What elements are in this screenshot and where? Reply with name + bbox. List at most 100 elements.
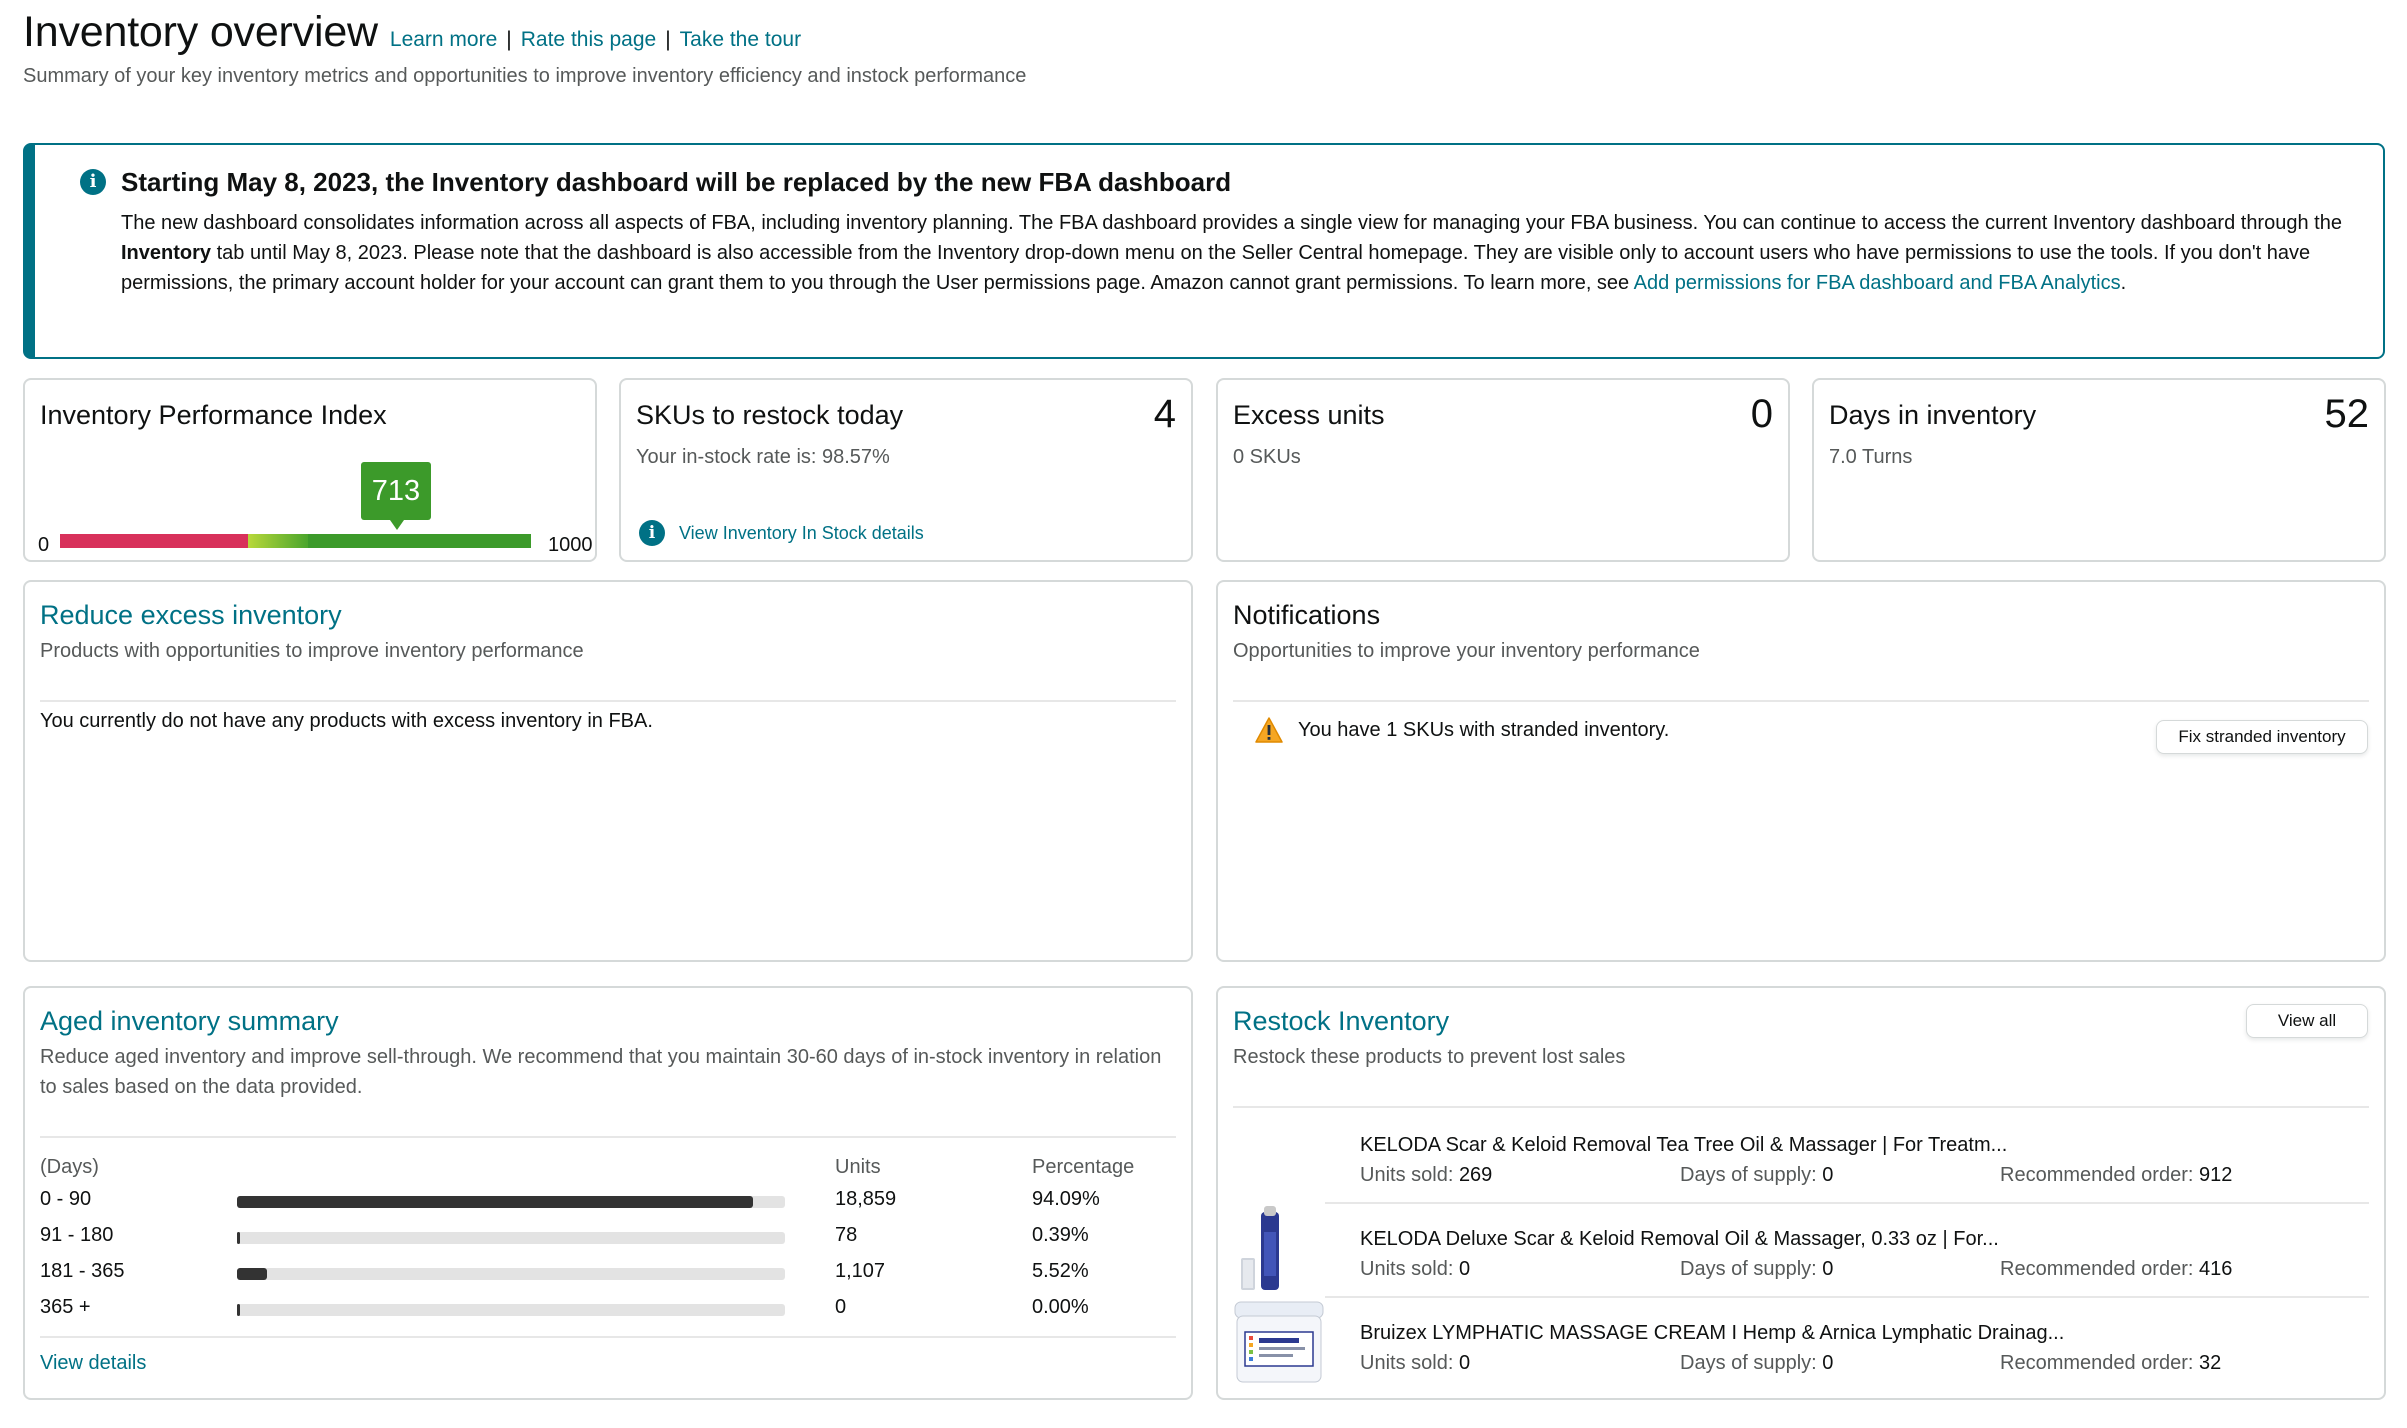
aged-percentage: 94.09% bbox=[1032, 1188, 1100, 1210]
alert-body-text: The new dashboard consolidates informati… bbox=[121, 212, 2342, 234]
units-sold-label: Units sold: bbox=[1360, 1164, 1454, 1186]
recommended-order-value: 32 bbox=[2199, 1352, 2222, 1374]
link-separator: | bbox=[665, 28, 671, 51]
add-permissions-link[interactable]: Add permissions for FBA dashboard and FB… bbox=[1634, 272, 2121, 294]
page-subtitle: Summary of your key inventory metrics an… bbox=[23, 65, 1027, 87]
aged-range: 0 - 90 bbox=[40, 1188, 92, 1210]
aged-range: 181 - 365 bbox=[40, 1260, 125, 1282]
cream-jar-image bbox=[1233, 1296, 1325, 1388]
excess-skus: 0 SKUs bbox=[1233, 446, 1301, 468]
aged-bar-fill bbox=[237, 1268, 267, 1280]
skus-restock-value: 4 bbox=[1153, 392, 1176, 436]
skus-restock-card: SKUs to restock today 4 Your in-stock ra… bbox=[619, 378, 1193, 562]
days-of-supply: Days of supply: 0 bbox=[1680, 1258, 1833, 1281]
notification-text: You have 1 SKUs with stranded inventory. bbox=[1298, 718, 1670, 741]
view-all-button[interactable]: View all bbox=[2246, 1004, 2368, 1038]
aged-bar-fill bbox=[237, 1196, 753, 1208]
ipi-gauge-min: 0 bbox=[38, 534, 50, 556]
excess-units-card: Excess units 0 0 SKUs bbox=[1216, 378, 1790, 562]
units-sold-label: Units sold: bbox=[1360, 1352, 1454, 1374]
days-of-supply-value: 0 bbox=[1822, 1258, 1834, 1280]
page-header: Inventory overview Learn more | Rate thi… bbox=[23, 8, 2383, 88]
aged-inventory-title-link[interactable]: Aged inventory summary bbox=[40, 1006, 339, 1037]
alert-body-bold: Inventory bbox=[121, 242, 212, 264]
aged-bar-track bbox=[237, 1268, 785, 1280]
warning-icon bbox=[1255, 717, 1283, 743]
aged-units: 0 bbox=[835, 1296, 847, 1318]
restock-item[interactable]: KELODA Deluxe Scar & Keloid Removal Oil … bbox=[1233, 1202, 2367, 1294]
link-separator: | bbox=[506, 28, 512, 51]
restock-item[interactable]: KELODA Scar & Keloid Removal Tea Tree Oi… bbox=[1233, 1108, 2367, 1200]
aged-bar-track bbox=[237, 1304, 785, 1316]
no-excess-message: You currently do not have any products w… bbox=[40, 710, 653, 732]
days-of-supply-value: 0 bbox=[1822, 1164, 1834, 1186]
aged-units: 18,859 bbox=[835, 1188, 897, 1210]
product-name[interactable]: Bruizex LYMPHATIC MASSAGE CREAM I Hemp &… bbox=[1360, 1322, 2064, 1345]
aged-inventory-panel: Aged inventory summary Reduce aged inven… bbox=[23, 986, 1193, 1400]
recommended-order: Recommended order: 32 bbox=[2000, 1352, 2221, 1375]
ipi-gauge-bar bbox=[60, 534, 531, 548]
aged-row: 91 - 180 78 0.39% bbox=[40, 1224, 1190, 1260]
alert-body-end: . bbox=[2120, 272, 2127, 294]
days-column-header: (Days) bbox=[40, 1156, 99, 1178]
percentage-column-header: Percentage bbox=[1032, 1156, 1135, 1178]
ipi-gauge-high-segment bbox=[308, 534, 531, 548]
units-sold: Units sold: 269 bbox=[1360, 1164, 1492, 1187]
days-of-supply: Days of supply: 0 bbox=[1680, 1164, 1833, 1187]
days-of-supply-label: Days of supply: bbox=[1680, 1258, 1817, 1280]
recommended-order-value: 912 bbox=[2199, 1164, 2233, 1186]
view-instock-details-link[interactable]: View Inventory In Stock details bbox=[679, 523, 924, 544]
days-in-inventory-card: Days in inventory 52 7.0 Turns bbox=[1812, 378, 2386, 562]
aged-percentage: 5.52% bbox=[1032, 1260, 1089, 1282]
restock-item[interactable]: Bruizex LYMPHATIC MASSAGE CREAM I Hemp &… bbox=[1233, 1296, 2367, 1388]
aged-bar-fill bbox=[237, 1232, 240, 1244]
units-column-header: Units bbox=[835, 1156, 881, 1178]
take-the-tour-link[interactable]: Take the tour bbox=[680, 28, 801, 52]
rate-this-page-link[interactable]: Rate this page bbox=[521, 28, 656, 52]
aged-range: 365 + bbox=[40, 1296, 91, 1318]
view-details-link[interactable]: View details bbox=[40, 1352, 146, 1375]
title-row: Inventory overview Learn more | Rate thi… bbox=[23, 8, 2383, 57]
aged-bar-fill bbox=[237, 1304, 240, 1316]
units-sold-value: 0 bbox=[1458, 1352, 1471, 1374]
aged-row: 365 + 0 0.00% bbox=[40, 1296, 1190, 1332]
excess-units-label: Excess units bbox=[1233, 400, 1385, 430]
days-in-inventory-value: 52 bbox=[2324, 392, 2370, 436]
info-icon: i bbox=[80, 169, 106, 195]
inventory-turns: 7.0 Turns bbox=[1829, 446, 1913, 468]
days-of-supply-label: Days of supply: bbox=[1680, 1164, 1817, 1186]
notifications-subtitle: Opportunities to improve your inventory … bbox=[1233, 640, 1700, 662]
aged-units: 1,107 bbox=[835, 1260, 886, 1282]
recommended-order-label: Recommended order: bbox=[2000, 1258, 2194, 1280]
product-name[interactable]: KELODA Deluxe Scar & Keloid Removal Oil … bbox=[1360, 1228, 1999, 1251]
recommended-order: Recommended order: 416 bbox=[2000, 1258, 2232, 1281]
in-stock-rate: Your in-stock rate is: 98.57% bbox=[636, 446, 890, 468]
reduce-excess-title-link[interactable]: Reduce excess inventory bbox=[40, 600, 342, 631]
restock-inventory-title-link[interactable]: Restock Inventory bbox=[1233, 1006, 1449, 1037]
ipi-gauge: 713 0 1000 bbox=[38, 462, 593, 558]
view-instock-details[interactable]: i View Inventory In Stock details bbox=[639, 520, 924, 546]
fba-dashboard-alert: i Starting May 8, 2023, the Inventory da… bbox=[23, 143, 2385, 359]
aged-inventory-subtitle: Reduce aged inventory and improve sell-t… bbox=[40, 1046, 1162, 1098]
units-sold: Units sold: 0 bbox=[1360, 1258, 1470, 1281]
restock-inventory-panel: Restock Inventory Restock these products… bbox=[1216, 986, 2386, 1400]
units-sold: Units sold: 0 bbox=[1360, 1352, 1470, 1375]
fix-stranded-inventory-button[interactable]: Fix stranded inventory bbox=[2156, 720, 2368, 754]
notifications-title: Notifications bbox=[1233, 600, 1381, 630]
product-name[interactable]: KELODA Scar & Keloid Removal Tea Tree Oi… bbox=[1360, 1134, 2007, 1157]
days-in-inventory-label: Days in inventory bbox=[1829, 400, 2037, 430]
ipi-gauge-low-segment bbox=[60, 534, 248, 548]
aged-percentage: 0.00% bbox=[1032, 1296, 1089, 1318]
info-icon: i bbox=[639, 520, 665, 546]
ipi-score-badge: 713 bbox=[361, 462, 431, 530]
recommended-order-label: Recommended order: bbox=[2000, 1352, 2194, 1374]
learn-more-link[interactable]: Learn more bbox=[390, 28, 497, 52]
divider bbox=[40, 1336, 1176, 1338]
notifications-panel: Notifications Opportunities to improve y… bbox=[1216, 580, 2386, 962]
recommended-order-label: Recommended order: bbox=[2000, 1164, 2194, 1186]
reduce-excess-panel: Reduce excess inventory Products with op… bbox=[23, 580, 1193, 962]
divider bbox=[40, 1136, 1176, 1138]
units-sold-value: 269 bbox=[1458, 1164, 1493, 1186]
units-sold-label: Units sold: bbox=[1360, 1258, 1454, 1280]
header-links: Learn more | Rate this page | Take the t… bbox=[390, 28, 801, 52]
